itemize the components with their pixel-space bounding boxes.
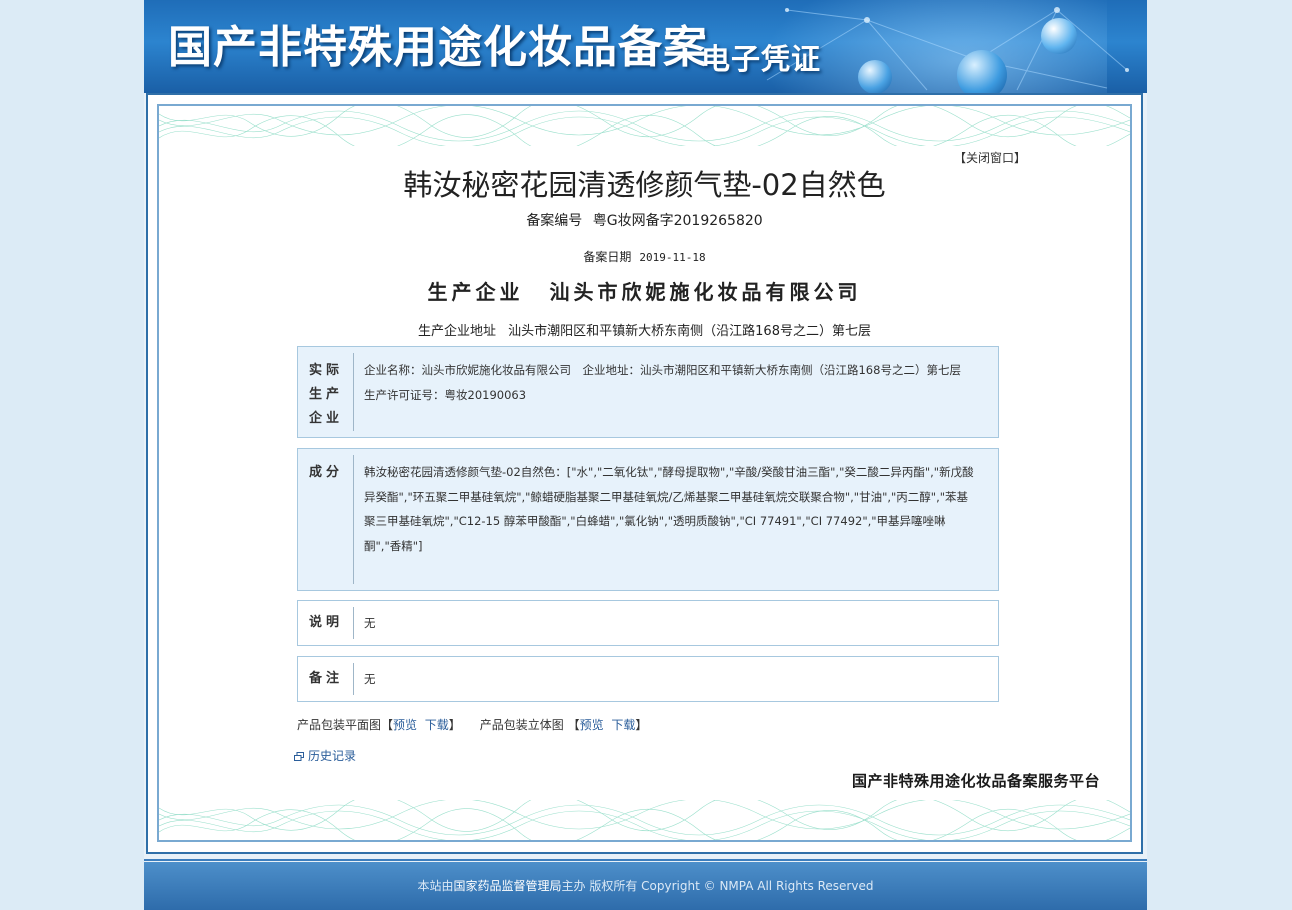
banner-subtitle: 电子凭证 xyxy=(701,42,822,76)
registration-number-line: 备案编号 粤G妆网备字2019265820 xyxy=(159,210,1130,230)
divider xyxy=(353,353,354,431)
registration-number-value: 粤G妆网备字2019265820 xyxy=(592,213,763,229)
actual-producer-content: 企业名称：汕头市欣妮施化妆品有限公司 企业地址：汕头市潮阳区和平镇新大桥东南侧（… xyxy=(364,363,973,402)
sphere-graphic xyxy=(1041,18,1077,54)
manufacturer-name: 汕头市欣妮施化妆品有限公司 xyxy=(549,280,862,304)
divider xyxy=(353,663,354,695)
footer-organization: 国家药品监督管理局 xyxy=(453,879,562,893)
sphere-graphic xyxy=(957,50,1007,93)
manufacturer-label: 生产企业 xyxy=(427,280,524,304)
solid-download-link[interactable]: 下载 xyxy=(611,718,635,732)
registration-date-value: 2019-11-18 xyxy=(639,251,706,264)
bracket: 】 xyxy=(448,718,461,732)
platform-name: 国产非特殊用途化妆品备案服务平台 xyxy=(851,772,1100,790)
guilloche-border-bottom xyxy=(159,800,1130,840)
flat-download-link[interactable]: 下载 xyxy=(425,718,449,732)
bracket: 】 xyxy=(635,718,648,732)
history-label: 历史记录 xyxy=(308,749,357,763)
footer: 本站由国家药品监督管理局主办 版权所有 Copyright © NMPA All… xyxy=(144,862,1147,910)
divider xyxy=(353,607,354,639)
actual-producer-box: 实际生产企业 企业名称：汕头市欣妮施化妆品有限公司 企业地址：汕头市潮阳区和平镇… xyxy=(297,346,999,438)
banner-title: 国产非特殊用途化妆品备案 xyxy=(168,22,708,73)
ingredients-label: 成分 xyxy=(308,465,343,480)
footer-copyright: 主办 版权所有 Copyright © NMPA All Rights Rese… xyxy=(561,879,874,893)
divider xyxy=(353,455,354,584)
registration-date-line: 备案日期 2019-11-18 xyxy=(159,248,1130,265)
remark-label: 备注 xyxy=(308,671,343,686)
manufacturer-line: 生产企业 汕头市欣妮施化妆品有限公司 xyxy=(159,276,1130,305)
manufacturer-address-value: 汕头市潮阳区和平镇新大桥东南侧（沿江路168号之二）第七层 xyxy=(508,324,871,339)
product-name: 韩汝秘密花园清透修颜气垫-02自然色 xyxy=(403,168,886,202)
guilloche-border-top xyxy=(159,106,1130,146)
ingredients-box: 成分 韩汝秘密花园清透修颜气垫-02自然色：["水","二氧化钛","酵母提取物… xyxy=(297,448,999,591)
header-banner: 国产非特殊用途化妆品备案 电子凭证 xyxy=(144,0,1147,93)
ingredients-content: 韩汝秘密花园清透修颜气垫-02自然色：["水","二氧化钛","酵母提取物","… xyxy=(364,465,974,553)
actual-producer-label: 实际生产企业 xyxy=(309,363,344,426)
registration-date-label: 备案日期 xyxy=(583,250,632,264)
page: 国产非特殊用途化妆品备案 电子凭证 【关闭窗口】 韩汝秘密花园清透修颜气垫-02… xyxy=(144,0,1147,910)
sphere-graphic xyxy=(858,60,892,93)
footer-prefix: 本站由 xyxy=(417,879,454,893)
remark-box: 备注 无 xyxy=(297,656,999,702)
history-link[interactable]: 历史记录 xyxy=(294,747,356,764)
manufacturer-address-line: 生产企业地址 汕头市潮阳区和平镇新大桥东南侧（沿江路168号之二）第七层 xyxy=(159,320,1130,339)
solid-packaging-label: 产品包装立体图 xyxy=(479,718,564,732)
footer-divider xyxy=(144,859,1147,861)
window-restore-icon xyxy=(294,752,304,761)
bracket: 【 xyxy=(381,718,394,732)
note-content: 无 xyxy=(364,616,376,630)
packaging-links: 产品包装平面图【预览 下载】 产品包装立体图 【预览 下载】 xyxy=(297,716,647,733)
bracket: 【 xyxy=(567,718,580,732)
flat-packaging-label: 产品包装平面图 xyxy=(297,718,382,732)
manufacturer-address-label: 生产企业地址 xyxy=(418,324,497,339)
remark-content: 无 xyxy=(364,672,376,686)
solid-preview-link[interactable]: 预览 xyxy=(580,718,604,732)
flat-preview-link[interactable]: 预览 xyxy=(393,718,417,732)
certificate-panel: 【关闭窗口】 韩汝秘密花园清透修颜气垫-02自然色 备案编号 粤G妆网备字201… xyxy=(157,104,1132,842)
certificate-frame: 【关闭窗口】 韩汝秘密花园清透修颜气垫-02自然色 备案编号 粤G妆网备字201… xyxy=(146,93,1143,854)
registration-number-label: 备案编号 xyxy=(526,213,583,229)
note-box: 说明 无 xyxy=(297,600,999,646)
note-label: 说明 xyxy=(308,615,343,630)
